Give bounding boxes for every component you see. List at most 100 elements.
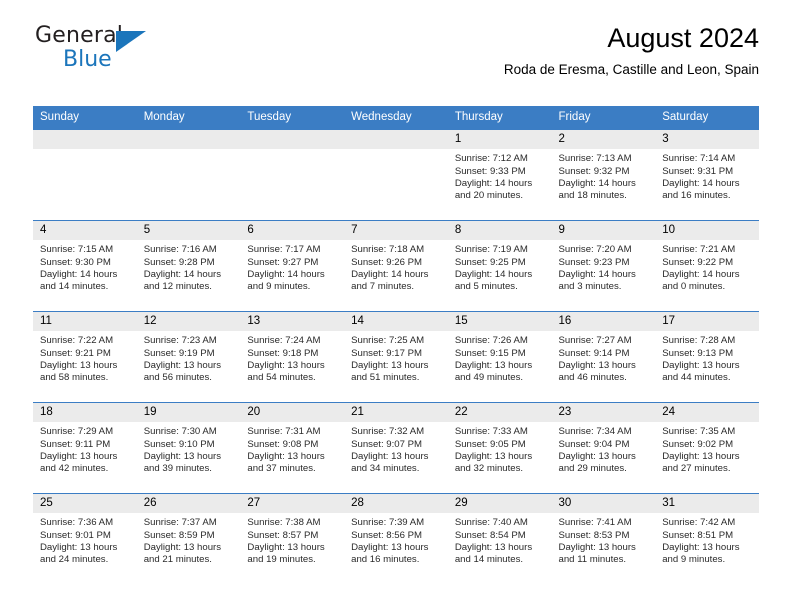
- day-number: 27: [240, 493, 345, 514]
- calendar-page: General Blue August 2024 Roda de Eresma,…: [0, 0, 792, 612]
- day-details: Sunrise: 7:28 AM Sunset: 9:13 PM Dayligh…: [662, 335, 740, 384]
- day-details: Sunrise: 7:13 AM Sunset: 9:32 PM Dayligh…: [558, 153, 636, 202]
- day-details: Sunrise: 7:37 AM Sunset: 8:59 PM Dayligh…: [143, 517, 222, 566]
- calendar-day-cell[interactable]: 29 Sunrise: 7:40 AM Sunset: 8:54 PM Dayli…: [447, 492, 552, 584]
- calendar-day-cell[interactable]: 19 Sunrise: 7:30 AM Sunset: 9:10 PM Dayli…: [136, 401, 241, 494]
- day-number: 17: [655, 311, 759, 332]
- day-number: 9: [551, 220, 656, 241]
- day-number: 7: [344, 220, 448, 241]
- weekday-header-tuesday: Tuesday: [240, 106, 345, 130]
- calendar-day-cell[interactable]: 30 Sunrise: 7:41 AM Sunset: 8:53 PM Dayli…: [551, 492, 656, 584]
- day-number: 6: [240, 220, 345, 241]
- day-details: Sunrise: 7:22 AM Sunset: 9:21 PM Dayligh…: [40, 335, 118, 384]
- day-number: 18: [33, 402, 137, 423]
- day-number: 22: [447, 402, 552, 423]
- calendar-day-cell[interactable]: 18 Sunrise: 7:29 AM Sunset: 9:11 PM Dayli…: [33, 401, 137, 494]
- brand-name-general: General: [35, 23, 124, 48]
- brand-logo[interactable]: General Blue: [35, 25, 165, 77]
- calendar-day-cell[interactable]: 25 Sunrise: 7:36 AM Sunset: 9:01 PM Dayli…: [33, 492, 137, 584]
- calendar-day-cell[interactable]: 14 Sunrise: 7:25 AM Sunset: 9:17 PM Dayli…: [344, 310, 448, 403]
- calendar-day-cell[interactable]: 24 Sunrise: 7:35 AM Sunset: 9:02 PM Dayli…: [655, 401, 759, 494]
- day-details: Sunrise: 7:41 AM Sunset: 8:53 PM Dayligh…: [558, 517, 636, 566]
- day-details: Sunrise: 7:29 AM Sunset: 9:11 PM Dayligh…: [40, 426, 118, 475]
- day-details: Sunrise: 7:27 AM Sunset: 9:14 PM Dayligh…: [558, 335, 636, 384]
- calendar-day-cell[interactable]: 11 Sunrise: 7:22 AM Sunset: 9:21 PM Dayli…: [33, 310, 137, 403]
- weekday-header-saturday: Saturday: [655, 106, 759, 130]
- calendar-day-cell[interactable]: 13 Sunrise: 7:24 AM Sunset: 9:18 PM Dayli…: [240, 310, 345, 403]
- day-details: Sunrise: 7:15 AM Sunset: 9:30 PM Dayligh…: [40, 244, 118, 293]
- day-details: Sunrise: 7:19 AM Sunset: 9:25 PM Dayligh…: [454, 244, 533, 293]
- day-number: 13: [240, 311, 345, 332]
- day-number: 2: [551, 129, 656, 150]
- day-details: Sunrise: 7:34 AM Sunset: 9:04 PM Dayligh…: [558, 426, 636, 475]
- calendar-week-row: 18 Sunrise: 7:29 AM Sunset: 9:11 PM Dayli…: [33, 401, 759, 494]
- calendar-day-cell[interactable]: 28 Sunrise: 7:39 AM Sunset: 8:56 PM Dayli…: [344, 492, 448, 584]
- calendar-week-row: 4 Sunrise: 7:15 AM Sunset: 9:30 PM Daylig…: [33, 219, 759, 312]
- day-details: [33, 149, 137, 153]
- day-number: 20: [240, 402, 345, 423]
- calendar-day-cell[interactable]: 22 Sunrise: 7:33 AM Sunset: 9:05 PM Dayli…: [447, 401, 552, 494]
- calendar-day-cell[interactable]: 9 Sunrise: 7:20 AM Sunset: 9:23 PM Daylig…: [551, 219, 656, 312]
- day-details: Sunrise: 7:23 AM Sunset: 9:19 PM Dayligh…: [143, 335, 222, 384]
- day-number: 24: [655, 402, 759, 423]
- day-number: 3: [655, 129, 759, 150]
- calendar-empty-cell: [344, 129, 448, 221]
- calendar-empty-cell: [240, 129, 345, 221]
- calendar-header-row: Sunday Monday Tuesday Wednesday Thursday…: [33, 106, 759, 130]
- calendar-day-cell[interactable]: 26 Sunrise: 7:37 AM Sunset: 8:59 PM Dayli…: [136, 492, 241, 584]
- day-number: [240, 129, 345, 150]
- calendar-day-cell[interactable]: 12 Sunrise: 7:23 AM Sunset: 9:19 PM Dayli…: [136, 310, 241, 403]
- weekday-header-monday: Monday: [136, 106, 241, 130]
- day-number: 4: [33, 220, 137, 241]
- day-details: Sunrise: 7:21 AM Sunset: 9:22 PM Dayligh…: [662, 244, 740, 293]
- calendar-day-cell[interactable]: 21 Sunrise: 7:32 AM Sunset: 9:07 PM Dayli…: [344, 401, 448, 494]
- day-number: [344, 129, 448, 150]
- day-details: Sunrise: 7:30 AM Sunset: 9:10 PM Dayligh…: [143, 426, 222, 475]
- weekday-header-sunday: Sunday: [33, 106, 137, 130]
- day-details: Sunrise: 7:24 AM Sunset: 9:18 PM Dayligh…: [247, 335, 325, 384]
- day-number: 31: [655, 493, 759, 514]
- calendar-week-row: 11 Sunrise: 7:22 AM Sunset: 9:21 PM Dayli…: [33, 310, 759, 403]
- calendar-day-cell[interactable]: 7 Sunrise: 7:18 AM Sunset: 9:26 PM Daylig…: [344, 219, 448, 312]
- page-title: August 2024: [607, 23, 759, 53]
- calendar-week-row: 1 Sunrise: 7:12 AM Sunset: 9:33 PM Daylig…: [33, 129, 759, 221]
- day-number: 21: [344, 402, 448, 423]
- calendar-day-cell[interactable]: 23 Sunrise: 7:34 AM Sunset: 9:04 PM Dayli…: [551, 401, 656, 494]
- calendar-day-cell[interactable]: 6 Sunrise: 7:17 AM Sunset: 9:27 PM Daylig…: [240, 219, 345, 312]
- day-details: Sunrise: 7:18 AM Sunset: 9:26 PM Dayligh…: [351, 244, 429, 293]
- day-number: [33, 129, 137, 150]
- calendar-day-cell[interactable]: 4 Sunrise: 7:15 AM Sunset: 9:30 PM Daylig…: [33, 219, 137, 312]
- calendar-week-row: 25 Sunrise: 7:36 AM Sunset: 9:01 PM Dayli…: [33, 492, 759, 584]
- day-details: Sunrise: 7:12 AM Sunset: 9:33 PM Dayligh…: [454, 153, 533, 202]
- day-number: 28: [344, 493, 448, 514]
- day-details: Sunrise: 7:42 AM Sunset: 8:51 PM Dayligh…: [662, 517, 740, 566]
- calendar-day-cell[interactable]: 31 Sunrise: 7:42 AM Sunset: 8:51 PM Dayli…: [655, 492, 759, 584]
- calendar-day-cell[interactable]: 2 Sunrise: 7:13 AM Sunset: 9:32 PM Daylig…: [551, 129, 656, 221]
- calendar-day-cell[interactable]: 10 Sunrise: 7:21 AM Sunset: 9:22 PM Dayli…: [655, 219, 759, 312]
- day-details: Sunrise: 7:39 AM Sunset: 8:56 PM Dayligh…: [351, 517, 429, 566]
- page-subtitle: Roda de Eresma, Castille and Leon, Spain: [503, 61, 759, 77]
- calendar-day-cell[interactable]: 17 Sunrise: 7:28 AM Sunset: 9:13 PM Dayli…: [655, 310, 759, 403]
- weekday-header-friday: Friday: [551, 106, 656, 130]
- weekday-header-wednesday: Wednesday: [344, 106, 448, 130]
- calendar-day-cell[interactable]: 27 Sunrise: 7:38 AM Sunset: 8:57 PM Dayli…: [240, 492, 345, 584]
- calendar-body: 1 Sunrise: 7:12 AM Sunset: 9:33 PM Daylig…: [33, 129, 759, 584]
- day-details: [240, 149, 344, 153]
- calendar-day-cell[interactable]: 8 Sunrise: 7:19 AM Sunset: 9:25 PM Daylig…: [447, 219, 552, 312]
- calendar-day-cell[interactable]: 1 Sunrise: 7:12 AM Sunset: 9:33 PM Daylig…: [447, 129, 552, 221]
- calendar-day-cell[interactable]: 5 Sunrise: 7:16 AM Sunset: 9:28 PM Daylig…: [136, 219, 241, 312]
- brand-name-blue: Blue: [63, 47, 112, 72]
- calendar-day-cell[interactable]: 16 Sunrise: 7:27 AM Sunset: 9:14 PM Dayli…: [551, 310, 656, 403]
- calendar-day-cell[interactable]: 20 Sunrise: 7:31 AM Sunset: 9:08 PM Dayli…: [240, 401, 345, 494]
- day-details: Sunrise: 7:33 AM Sunset: 9:05 PM Dayligh…: [454, 426, 533, 475]
- calendar-day-cell[interactable]: 3 Sunrise: 7:14 AM Sunset: 9:31 PM Daylig…: [655, 129, 759, 221]
- day-details: Sunrise: 7:20 AM Sunset: 9:23 PM Dayligh…: [558, 244, 636, 293]
- day-details: Sunrise: 7:35 AM Sunset: 9:02 PM Dayligh…: [662, 426, 740, 475]
- day-number: 8: [447, 220, 552, 241]
- triangle-flag-icon: [116, 31, 146, 52]
- calendar-day-cell[interactable]: 15 Sunrise: 7:26 AM Sunset: 9:15 PM Dayli…: [447, 310, 552, 403]
- calendar-empty-cell: [136, 129, 241, 221]
- day-details: Sunrise: 7:40 AM Sunset: 8:54 PM Dayligh…: [454, 517, 533, 566]
- day-number: 19: [136, 402, 241, 423]
- day-number: 25: [33, 493, 137, 514]
